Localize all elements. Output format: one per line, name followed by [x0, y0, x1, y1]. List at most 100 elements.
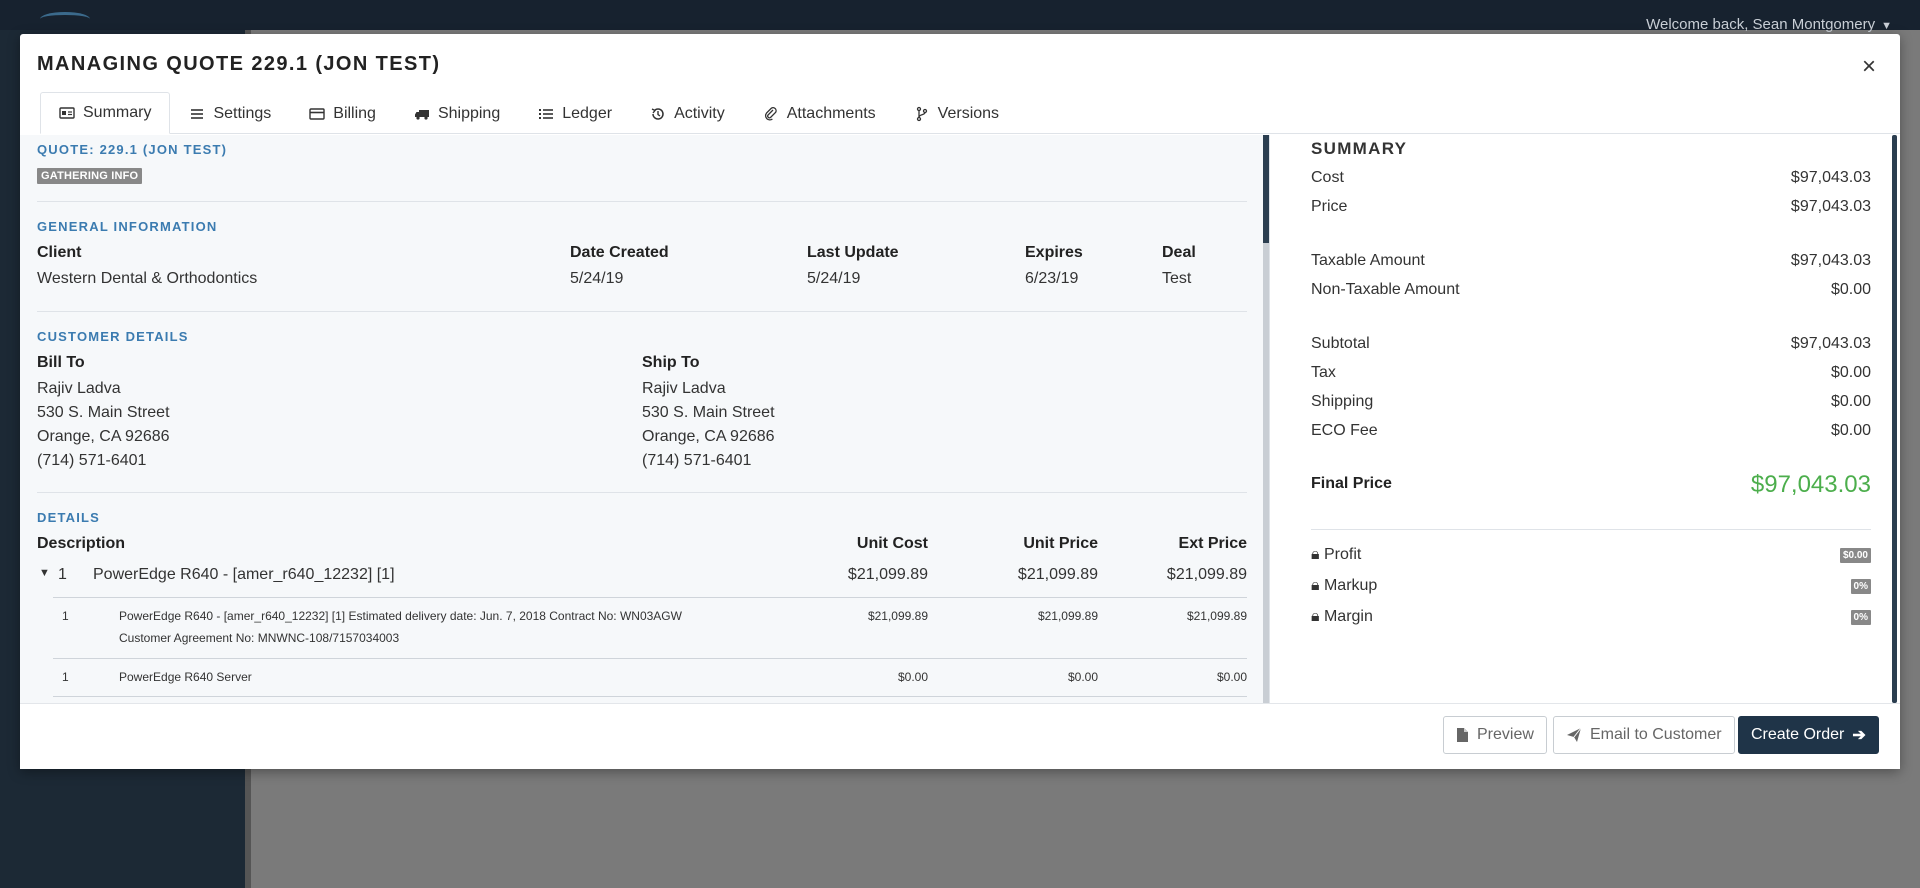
- tab-label: Ledger: [562, 104, 613, 122]
- divider: [37, 311, 1247, 312]
- file-icon: [1457, 728, 1468, 742]
- profit-row: 🔒︎ Profit $0.00: [1311, 546, 1871, 564]
- details-title: DETAILS: [37, 510, 101, 525]
- date-created-value: 5/24/19: [570, 270, 624, 287]
- price-label: Price: [1311, 198, 1348, 215]
- row-divider: [53, 696, 1247, 697]
- margin-label: Margin: [1323, 608, 1373, 625]
- markup-label: Markup: [1323, 577, 1378, 594]
- lock-icon: 🔒︎: [1311, 546, 1320, 563]
- create-order-button[interactable]: Create Order ➔: [1738, 716, 1879, 754]
- preview-label: Preview: [1477, 726, 1534, 743]
- quote-details-pane[interactable]: QUOTE: 229.1 (JON TEST) GATHERING INFO G…: [20, 135, 1265, 703]
- tab-label: Billing: [333, 104, 376, 122]
- markup-badge: 0%: [1850, 578, 1871, 594]
- preview-button[interactable]: Preview: [1443, 716, 1547, 754]
- final-price-row: Final Price $97,043.03: [1311, 471, 1871, 499]
- last-update-label: Last Update: [807, 244, 899, 261]
- divider: [37, 492, 1247, 493]
- summary-pane: SUMMARY Cost $97,043.03 Price $97,043.03 T…: [1269, 135, 1900, 703]
- item-unit-price: $21,099.89: [1037, 609, 1098, 623]
- subtotal-value: $97,043.03: [1790, 335, 1871, 352]
- modal-title: MANAGING QUOTE 229.1 (JON TEST): [37, 53, 441, 75]
- group-qty: 1: [58, 566, 67, 583]
- shipping-row: Shipping $0.00: [1311, 393, 1871, 411]
- tab-billing[interactable]: Billing: [290, 92, 395, 134]
- quote-modal: MANAGING QUOTE 229.1 (JON TEST) × Summar…: [20, 34, 1900, 769]
- unit-price-header: Unit Price: [1023, 535, 1098, 552]
- truck-icon: [414, 109, 429, 120]
- item-qty: 1: [62, 670, 69, 684]
- tab-shipping[interactable]: Shipping: [395, 92, 519, 134]
- cost-value: $97,043.03: [1790, 169, 1871, 186]
- item-unit-cost: $0.00: [897, 670, 928, 684]
- item-description: PowerEdge R640 - [amer_r640_12232] [1] E…: [119, 609, 682, 623]
- tab-attachments[interactable]: Attachments: [744, 92, 895, 134]
- row-divider: [53, 597, 1247, 598]
- final-price-value: $97,043.03: [1750, 471, 1871, 498]
- non-taxable-value: $0.00: [1830, 281, 1871, 298]
- caret-down-icon: ▼: [1881, 20, 1892, 32]
- email-label: Email to Customer: [1590, 726, 1722, 743]
- ship-to-name: Rajiv Ladva: [642, 380, 726, 397]
- group-unit-price: $21,099.89: [1017, 566, 1098, 583]
- eco-fee-label: ECO Fee: [1311, 422, 1378, 439]
- tax-value: $0.00: [1830, 364, 1871, 381]
- status-badge: GATHERING INFO: [37, 168, 143, 184]
- margin-row: 🔒︎ Margin 0%: [1311, 608, 1871, 626]
- item-ext-price: $21,099.89: [1186, 609, 1247, 623]
- paper-plane-icon: [1567, 727, 1582, 742]
- email-customer-button[interactable]: Email to Customer: [1553, 716, 1735, 754]
- client-value: Western Dental & Orthodontics: [37, 270, 258, 287]
- modal-footer: Preview Email to Customer Create Order ➔: [20, 703, 1900, 769]
- close-button[interactable]: ×: [1856, 54, 1882, 80]
- tab-label: Versions: [937, 104, 1000, 122]
- close-icon: ×: [1861, 53, 1876, 80]
- tab-summary[interactable]: Summary: [40, 92, 171, 134]
- tab-activity[interactable]: Activity: [631, 92, 744, 134]
- summary-title: SUMMARY: [1311, 139, 1408, 158]
- right-scrollbar[interactable]: [1892, 135, 1897, 703]
- ship-to-phone: (714) 571-6401: [642, 452, 752, 469]
- shipping-label: Shipping: [1311, 393, 1374, 410]
- tab-label: Shipping: [437, 104, 501, 122]
- item-unit-cost: $21,099.89: [867, 609, 928, 623]
- caret-down-icon[interactable]: ▼: [39, 567, 50, 579]
- tab-ledger[interactable]: Ledger: [519, 92, 631, 134]
- expires-label: Expires: [1025, 244, 1083, 261]
- ship-to-street: 530 S. Main Street: [642, 404, 775, 421]
- app-topbar: Welcome back, Sean Montgomery ▼: [0, 0, 1920, 33]
- profit-badge: $0.00: [1839, 547, 1871, 563]
- row-divider: [53, 658, 1247, 659]
- item-ext-price: $0.00: [1216, 670, 1247, 684]
- user-menu[interactable]: Welcome back, Sean Montgomery ▼: [1646, 16, 1892, 33]
- welcome-text: Welcome back, Sean Montgomery: [1646, 16, 1876, 33]
- bill-to-name: Rajiv Ladva: [37, 380, 121, 397]
- tab-settings[interactable]: Settings: [170, 92, 290, 134]
- bill-to-label: Bill To: [37, 354, 85, 371]
- item-unit-price: $0.00: [1067, 670, 1098, 684]
- ship-to-city: Orange, CA 92686: [642, 428, 775, 445]
- profit-label: Profit: [1323, 546, 1362, 563]
- tab-label: Attachments: [786, 104, 876, 122]
- id-card-icon: [59, 107, 75, 119]
- deal-label: Deal: [1162, 244, 1196, 261]
- expires-value: 6/23/19: [1025, 270, 1079, 287]
- final-price-label: Final Price: [1311, 475, 1392, 492]
- lock-icon: 🔒︎: [1311, 608, 1320, 625]
- taxable-value: $97,043.03: [1790, 252, 1871, 269]
- code-branch-icon: [916, 106, 927, 121]
- last-update-value: 5/24/19: [807, 270, 861, 287]
- non-taxable-row: Non-Taxable Amount $0.00: [1311, 281, 1871, 299]
- non-taxable-label: Non-Taxable Amount: [1311, 281, 1460, 298]
- app-logo: [40, 12, 90, 26]
- group-unit-cost: $21,099.89: [847, 566, 928, 583]
- bill-to-city: Orange, CA 92686: [37, 428, 170, 445]
- credit-card-icon: [309, 107, 325, 120]
- bill-to-street: 530 S. Main Street: [37, 404, 170, 421]
- price-row: Price $97,043.03: [1311, 198, 1871, 216]
- customer-details-title: CUSTOMER DETAILS: [37, 329, 189, 344]
- bars-icon: [191, 108, 204, 119]
- cost-label: Cost: [1311, 169, 1344, 186]
- tab-versions[interactable]: Versions: [895, 92, 1018, 134]
